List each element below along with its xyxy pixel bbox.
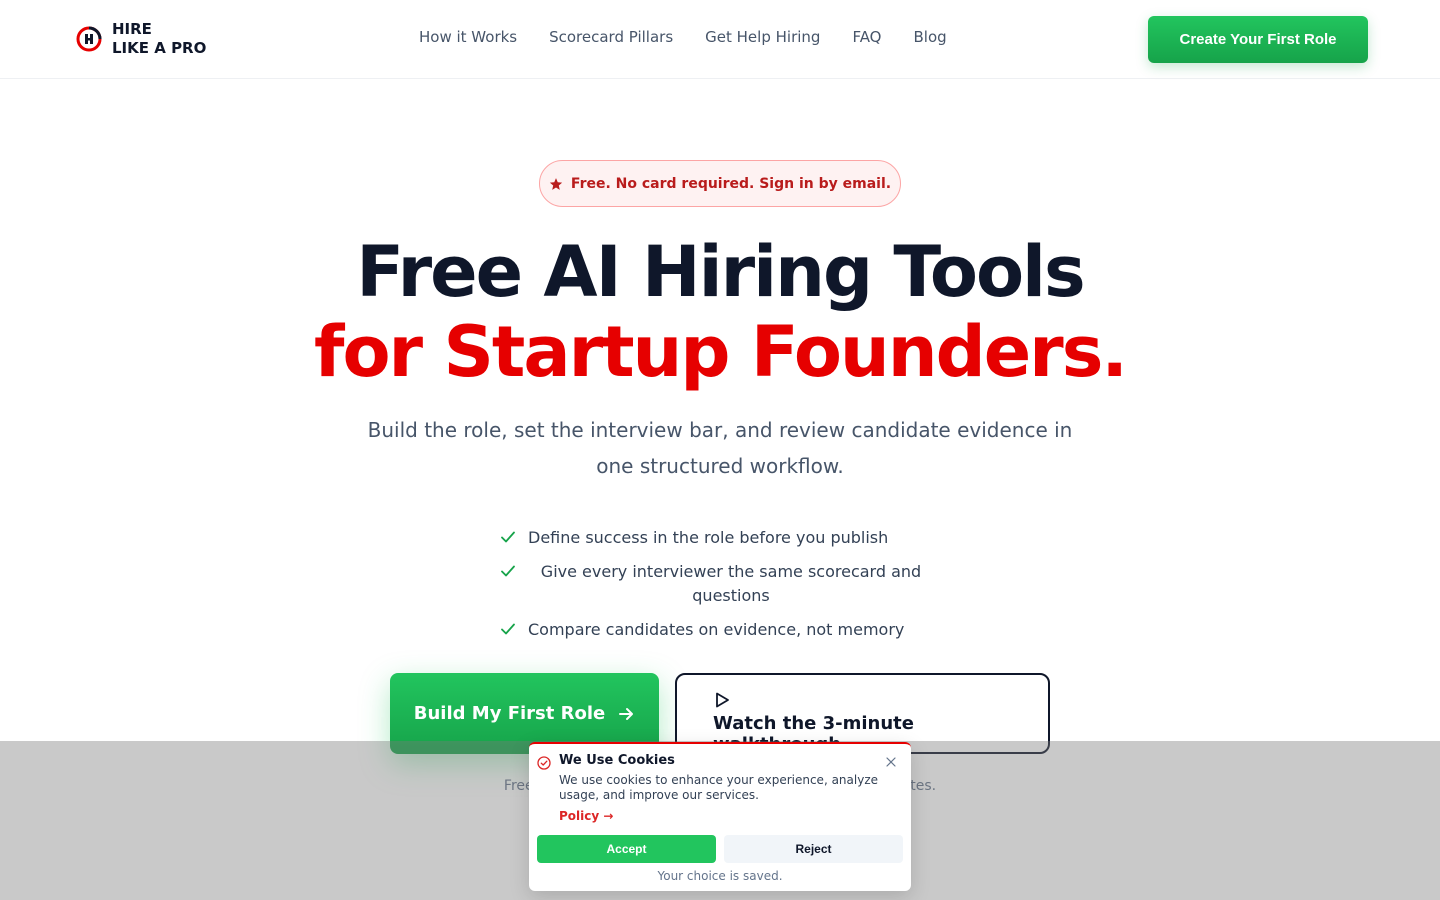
hero-title-line1: Free AI Hiring Tools [356, 231, 1085, 313]
play-icon [716, 692, 729, 708]
cookie-title: We Use Cookies [559, 753, 675, 768]
list-item: Compare candidates on evidence, not memo… [500, 618, 940, 642]
brand-line1: HIRE [112, 20, 152, 38]
free-badge: Free. No card required. Sign in by email… [539, 160, 901, 207]
list-item: Give every interviewer the same scorecar… [500, 560, 940, 608]
benefits-list: Define success in the role before you pu… [500, 526, 940, 652]
nav-faq[interactable]: FAQ [852, 28, 881, 46]
brand-line2: LIKE A PRO [112, 39, 207, 57]
brand[interactable]: HIRE LIKE A PRO [76, 20, 206, 58]
star-icon [549, 177, 563, 190]
brand-name: HIRE LIKE A PRO [112, 20, 206, 58]
site-header: HIRE LIKE A PRO How it Works Scorecard P… [0, 0, 1440, 79]
close-icon[interactable] [885, 756, 897, 768]
nav-blog[interactable]: Blog [914, 28, 947, 46]
cookie-policy-link[interactable]: Policy → [559, 809, 613, 823]
brand-logo-icon [76, 26, 102, 52]
cookie-text: We use cookies to enhance your experienc… [559, 773, 879, 802]
nav-how-it-works[interactable]: How it Works [419, 28, 517, 46]
hero-title-line2: for Startup Founders. [314, 311, 1128, 393]
cookie-reject-button[interactable]: Reject [724, 835, 903, 863]
benefit-text: Define success in the role before you pu… [528, 528, 889, 547]
check-icon [501, 623, 515, 635]
benefit-text: Compare candidates on evidence, not memo… [528, 620, 905, 639]
cookie-banner: We Use Cookies We use cookies to enhance… [529, 742, 911, 891]
nav-scorecard-pillars[interactable]: Scorecard Pillars [549, 28, 673, 46]
check-icon [501, 531, 515, 543]
badge-text: Free. No card required. Sign in by email… [570, 175, 892, 192]
build-first-role-label: Build My First Role [413, 703, 606, 724]
check-icon [501, 565, 515, 577]
arrow-right-icon [619, 707, 634, 720]
cookie-note: Your choice is saved. [657, 869, 783, 883]
create-first-role-button[interactable]: Create Your First Role [1148, 16, 1368, 63]
benefit-text: Give every interviewer the same scorecar… [540, 562, 922, 605]
cookie-accept-button[interactable]: Accept [537, 835, 716, 863]
check-circle-icon [537, 756, 551, 770]
hero-title: Free AI Hiring Tools for Startup Founder… [0, 232, 1440, 392]
list-item: Define success in the role before you pu… [500, 526, 940, 550]
hero-subtitle: Build the role, set the interview bar, a… [367, 418, 1073, 478]
main-nav: How it Works Scorecard Pillars Get Help … [419, 28, 947, 46]
nav-get-help-hiring[interactable]: Get Help Hiring [705, 28, 820, 46]
